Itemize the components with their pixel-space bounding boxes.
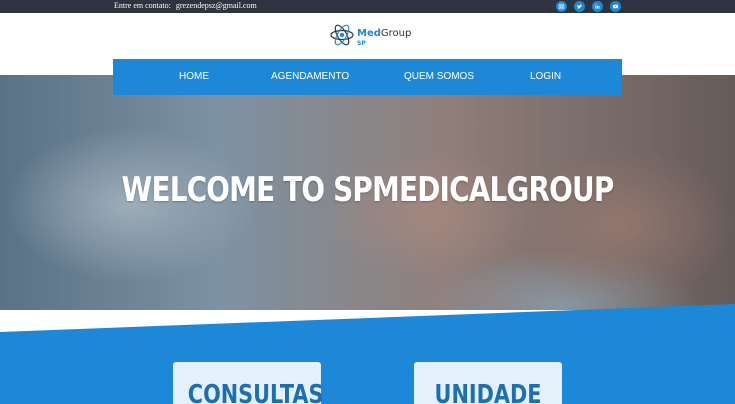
card-unidade[interactable]: UNIDADE bbox=[414, 362, 562, 404]
linkedin-icon[interactable] bbox=[592, 1, 603, 12]
nav-agendamento[interactable]: AGENDAMENTO bbox=[271, 71, 349, 82]
logo-med: Med bbox=[357, 27, 381, 39]
nav-login[interactable]: LOGIN bbox=[530, 71, 561, 82]
contact-email[interactable]: grezendepsz@gmail.com bbox=[176, 1, 257, 10]
logo-text: MedGroup SP bbox=[357, 24, 411, 47]
contact-label: Entre em contato: bbox=[114, 1, 171, 10]
hero-banner: WELCOME TO SPMEDICALGROUP bbox=[0, 75, 735, 310]
card-title: CONSULTAS bbox=[187, 380, 324, 404]
logo-group: Group bbox=[380, 27, 412, 39]
top-contact-bar: Entre em contato: grezendepsz@gmail.com bbox=[0, 0, 735, 13]
youtube-icon[interactable] bbox=[610, 1, 621, 12]
services-section: CONSULTAS UNIDADE bbox=[0, 304, 735, 404]
twitter-icon[interactable] bbox=[574, 1, 585, 12]
hero-title: WELCOME TO SPMEDICALGROUP bbox=[121, 170, 615, 210]
card-title: UNIDADE bbox=[434, 380, 542, 404]
card-consultas[interactable]: CONSULTAS bbox=[173, 362, 324, 404]
nav-quem-somos[interactable]: QUEM SOMOS bbox=[404, 71, 474, 82]
nav-home[interactable]: HOME bbox=[179, 71, 209, 82]
section-background bbox=[0, 304, 735, 404]
atom-icon bbox=[330, 24, 354, 46]
site-logo[interactable]: MedGroup SP bbox=[329, 22, 411, 48]
instagram-icon[interactable] bbox=[556, 1, 567, 12]
contact-info: Entre em contato: grezendepsz@gmail.com bbox=[114, 1, 257, 10]
main-nav: HOME AGENDAMENTO QUEM SOMOS LOGIN bbox=[113, 59, 622, 95]
social-links bbox=[556, 1, 621, 12]
logo-sp: SP bbox=[357, 39, 366, 47]
